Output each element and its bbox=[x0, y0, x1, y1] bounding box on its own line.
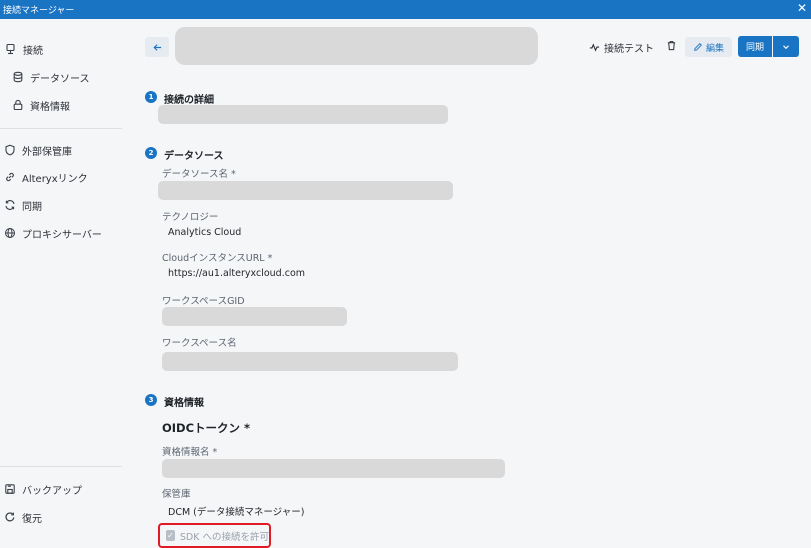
sync-icon bbox=[3, 198, 17, 212]
edit-label: 編集 bbox=[705, 43, 724, 54]
workspace-gid-placeholder bbox=[162, 307, 347, 326]
cloud-url-value: https://au1.alteryxcloud.com bbox=[168, 268, 306, 279]
restore-icon bbox=[3, 510, 17, 524]
sidebar-item-connection[interactable]: 接続 bbox=[4, 39, 43, 59]
step-number: 2 bbox=[145, 147, 157, 159]
close-icon[interactable]: ✕ bbox=[797, 1, 807, 15]
test-connection-button[interactable]: 接続テスト bbox=[589, 40, 654, 55]
cloud-url-label: CloudインスタンスURL * bbox=[162, 253, 273, 264]
connection-details-placeholder bbox=[158, 105, 448, 124]
test-connection-label: 接続テスト bbox=[604, 44, 654, 55]
connection-icon bbox=[4, 42, 18, 56]
sidebar-item-label: データソース bbox=[30, 73, 90, 85]
sidebar-item-proxy-server[interactable]: プロキシサーバー bbox=[3, 223, 102, 243]
allow-sdk-connection-checkbox[interactable]: ✓ SDK への接続を許可 bbox=[158, 523, 271, 548]
section-title: 接続の詳細 bbox=[164, 95, 214, 106]
back-button[interactable] bbox=[145, 37, 169, 57]
workspace-gid-label: ワークスペースGID bbox=[162, 296, 245, 307]
arrow-left-icon bbox=[152, 43, 161, 51]
database-icon bbox=[11, 70, 25, 84]
oidc-token-title: OIDCトークン * bbox=[162, 421, 251, 435]
sidebar-item-label: 資格情報 bbox=[30, 101, 70, 113]
save-icon bbox=[3, 482, 17, 496]
link-icon bbox=[3, 170, 17, 184]
trash-icon bbox=[667, 41, 676, 51]
checkmark-icon: ✓ bbox=[166, 530, 175, 541]
chevron-down-icon bbox=[783, 44, 789, 49]
lock-icon bbox=[11, 98, 25, 112]
window-titlebar: 接続マネージャー ✕ bbox=[0, 0, 811, 19]
step-number: 1 bbox=[145, 91, 157, 103]
shield-icon bbox=[3, 143, 17, 157]
section-title: 資格情報 bbox=[164, 398, 204, 409]
sidebar-divider bbox=[0, 466, 122, 467]
main-panel: 接続テスト 編集 同期 1 接続の詳細 2 データソース データソース名 * テ… bbox=[133, 19, 811, 548]
sidebar-item-label: 外部保管庫 bbox=[22, 146, 72, 158]
pencil-icon bbox=[694, 43, 702, 51]
window-title: 接続マネージャー bbox=[3, 6, 75, 16]
credential-name-placeholder bbox=[162, 459, 505, 478]
step-number: 3 bbox=[145, 394, 157, 406]
sync-button[interactable]: 同期 bbox=[738, 36, 772, 57]
activity-icon bbox=[589, 43, 600, 52]
sidebar-item-label: プロキシサーバー bbox=[22, 229, 102, 241]
technology-label: テクノロジー bbox=[162, 212, 219, 223]
technology-value: Analytics Cloud bbox=[168, 227, 242, 238]
sidebar-item-label: 復元 bbox=[22, 513, 42, 525]
sidebar-item-label: 接続 bbox=[23, 45, 43, 57]
workspace-name-label: ワークスペース名 bbox=[162, 338, 237, 349]
sidebar-item-restore[interactable]: 復元 bbox=[3, 507, 42, 527]
sidebar-item-datasource[interactable]: データソース bbox=[11, 67, 90, 87]
section-title: データソース bbox=[164, 151, 224, 162]
sidebar-item-external-vault[interactable]: 外部保管庫 bbox=[3, 140, 72, 160]
edit-button[interactable]: 編集 bbox=[685, 37, 732, 57]
sidebar-item-credentials[interactable]: 資格情報 bbox=[11, 95, 70, 115]
sidebar-item-label: Alteryxリンク bbox=[22, 173, 88, 185]
sidebar-item-backup[interactable]: バックアップ bbox=[3, 479, 82, 499]
globe-icon bbox=[3, 226, 17, 240]
sidebar-item-label: 同期 bbox=[22, 201, 42, 213]
sidebar-item-label: バックアップ bbox=[22, 485, 82, 497]
connection-name-placeholder bbox=[175, 27, 538, 65]
sidebar-item-sync[interactable]: 同期 bbox=[3, 195, 42, 215]
datasource-name-label: データソース名 * bbox=[162, 169, 236, 180]
vault-label: 保管庫 bbox=[162, 489, 191, 500]
sidebar-item-alteryx-link[interactable]: Alteryxリンク bbox=[3, 167, 88, 187]
sidebar: 接続 データソース 資格情報 外部保管庫 Alteryxリンク 同期 プロキシサ… bbox=[0, 19, 133, 548]
sync-dropdown-button[interactable] bbox=[773, 36, 799, 57]
vault-value: DCM (データ接続マネージャー) bbox=[168, 507, 305, 518]
delete-button[interactable] bbox=[666, 40, 681, 51]
sidebar-divider bbox=[0, 128, 122, 129]
credential-name-label: 資格情報名 * bbox=[162, 447, 218, 458]
workspace-name-placeholder bbox=[162, 352, 458, 371]
datasource-name-placeholder bbox=[158, 181, 453, 200]
allow-sdk-connection-label: SDK への接続を許可 bbox=[179, 531, 269, 543]
